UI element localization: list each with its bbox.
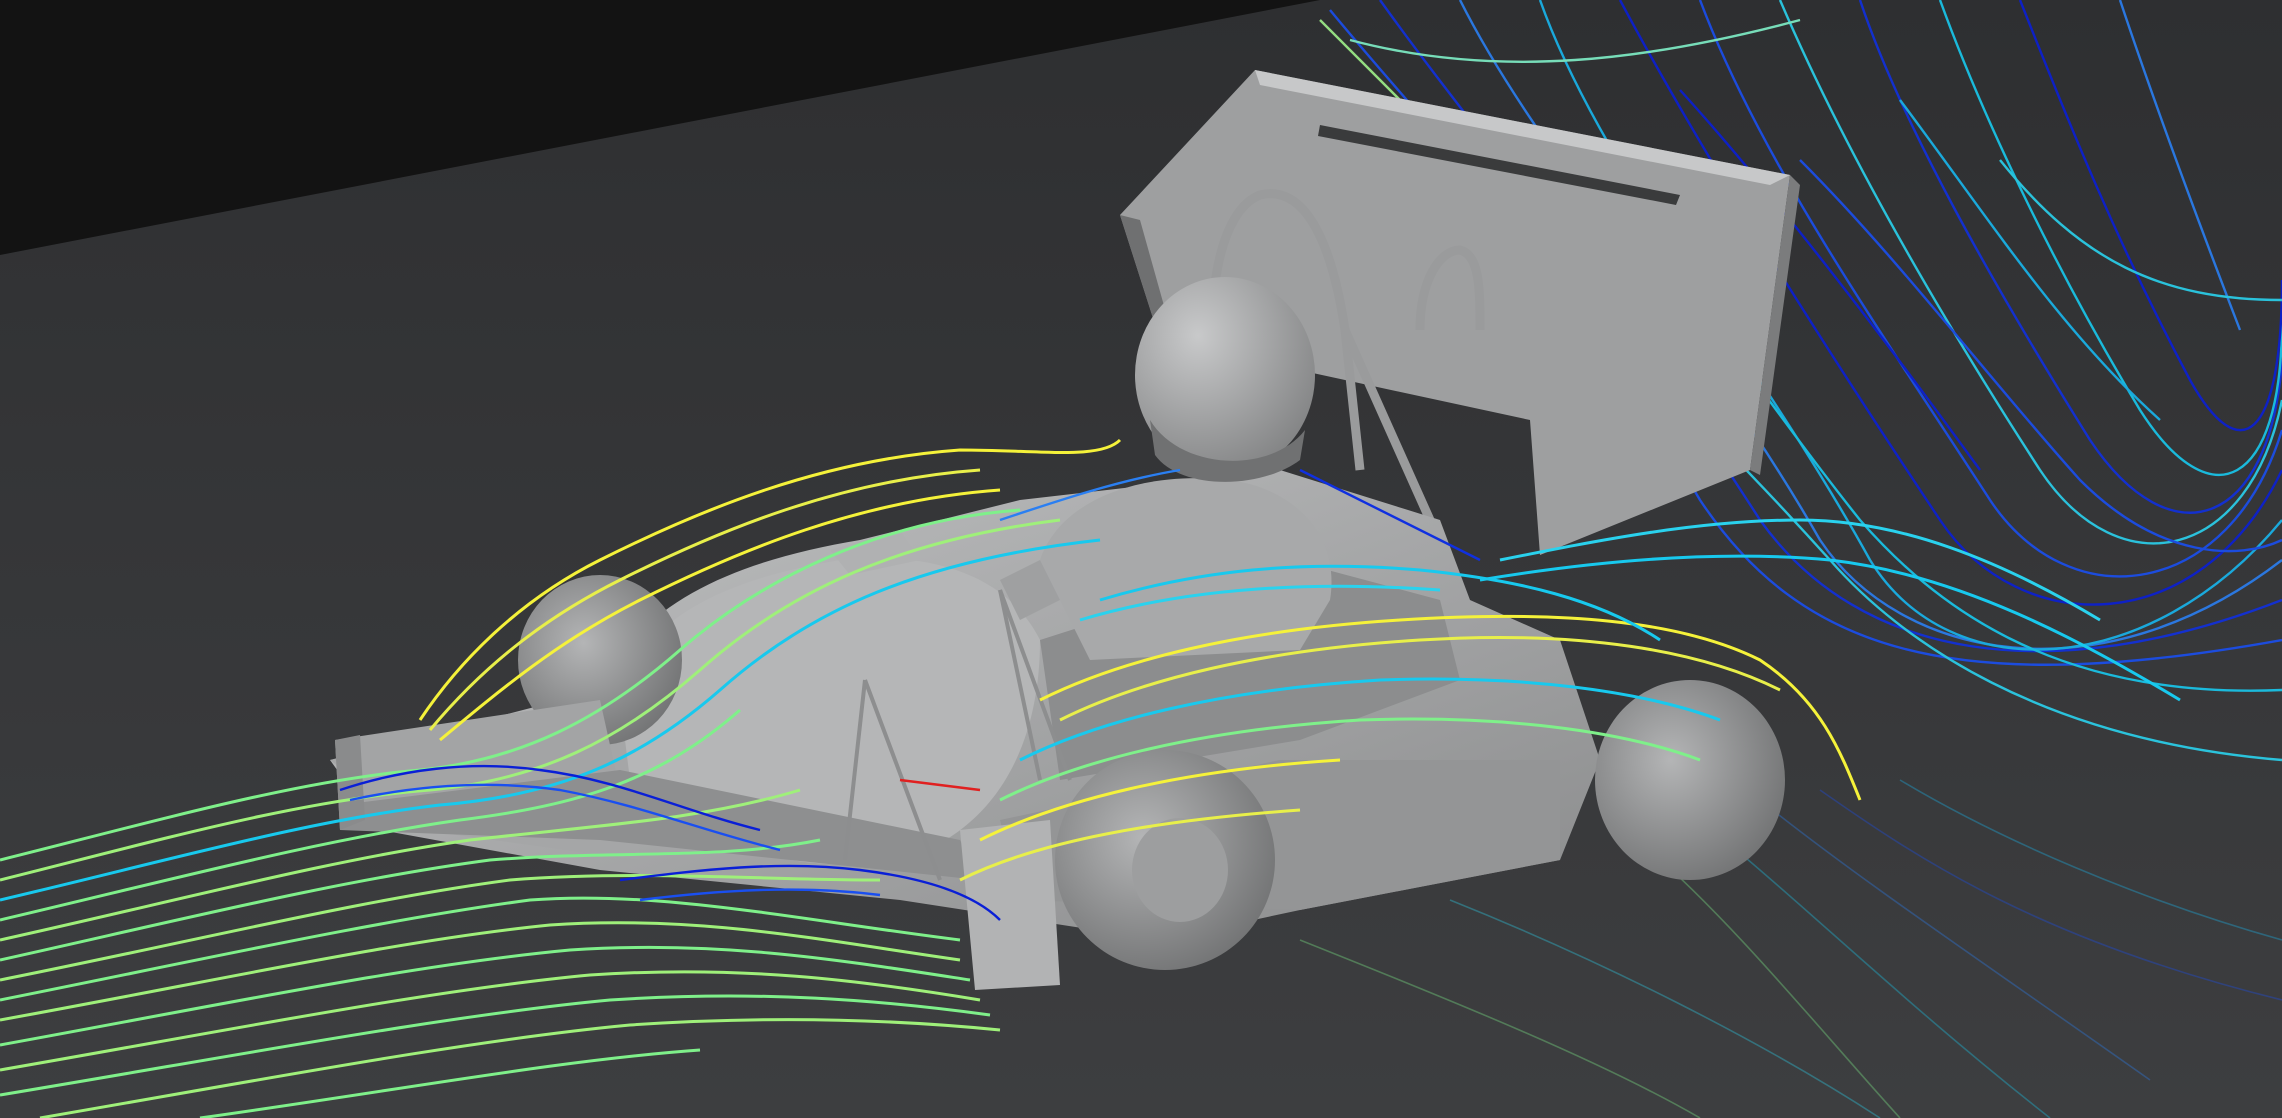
front-wing-endplate	[960, 820, 1060, 990]
car-airflow-illustration	[0, 0, 2282, 1118]
cfd-render-scene	[0, 0, 2282, 1118]
front-right-hub	[1132, 818, 1228, 922]
